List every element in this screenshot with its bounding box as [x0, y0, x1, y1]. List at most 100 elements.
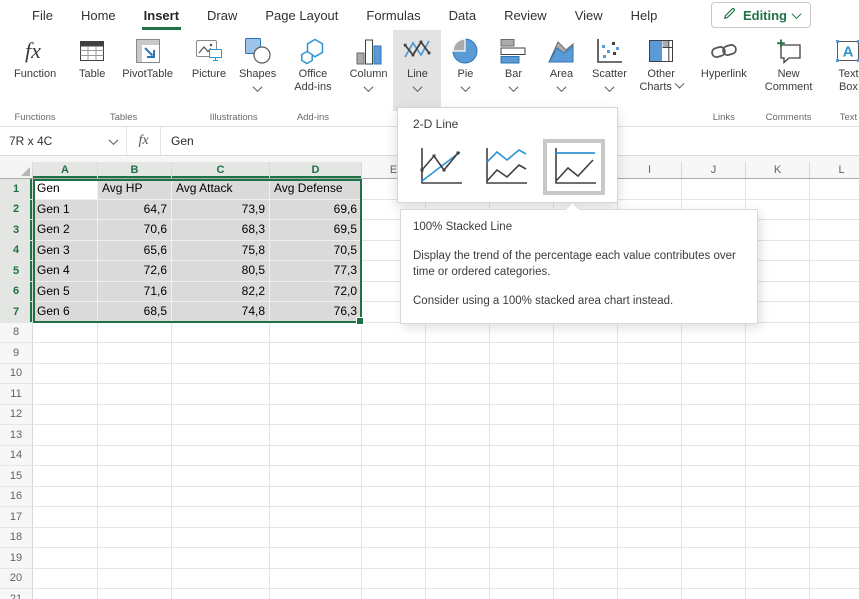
cell-L13[interactable] — [810, 425, 859, 446]
select-all-corner[interactable] — [0, 162, 33, 178]
cell-G19[interactable] — [490, 548, 554, 569]
cell-A8[interactable] — [33, 323, 98, 344]
cell-B18[interactable] — [98, 528, 172, 549]
cell-L3[interactable] — [810, 220, 859, 241]
column-header-a[interactable]: A — [33, 162, 98, 178]
cell-I15[interactable] — [618, 466, 682, 487]
row-header-11[interactable]: 11 — [0, 384, 33, 405]
cell-B11[interactable] — [98, 384, 172, 405]
row-header-21[interactable]: 21 — [0, 589, 33, 599]
cell-G11[interactable] — [490, 384, 554, 405]
cell-B4[interactable]: 65,6 — [98, 241, 172, 262]
cell-I20[interactable] — [618, 569, 682, 590]
cell-H15[interactable] — [554, 466, 618, 487]
cell-J14[interactable] — [682, 446, 746, 467]
cell-F18[interactable] — [426, 528, 490, 549]
cell-J20[interactable] — [682, 569, 746, 590]
cell-K11[interactable] — [746, 384, 810, 405]
cell-L20[interactable] — [810, 569, 859, 590]
cell-B17[interactable] — [98, 507, 172, 528]
cell-J18[interactable] — [682, 528, 746, 549]
cell-E18[interactable] — [362, 528, 426, 549]
row-header-10[interactable]: 10 — [0, 364, 33, 385]
cell-B13[interactable] — [98, 425, 172, 446]
cell-L15[interactable] — [810, 466, 859, 487]
cell-G20[interactable] — [490, 569, 554, 590]
cell-C11[interactable] — [172, 384, 270, 405]
cell-B14[interactable] — [98, 446, 172, 467]
cell-F12[interactable] — [426, 405, 490, 426]
cell-A4[interactable]: Gen 3 — [33, 241, 98, 262]
insert-function-button[interactable]: fx — [127, 127, 161, 155]
row-header-14[interactable]: 14 — [0, 446, 33, 467]
row-header-16[interactable]: 16 — [0, 487, 33, 508]
scatter-button[interactable]: Scatter — [585, 30, 633, 111]
cell-K15[interactable] — [746, 466, 810, 487]
cell-F14[interactable] — [426, 446, 490, 467]
tab-help[interactable]: Help — [629, 2, 660, 30]
cell-H21[interactable] — [554, 589, 618, 599]
cell-E11[interactable] — [362, 384, 426, 405]
tab-data[interactable]: Data — [447, 2, 478, 30]
cell-D13[interactable] — [270, 425, 362, 446]
cell-J21[interactable] — [682, 589, 746, 599]
cell-F15[interactable] — [426, 466, 490, 487]
cell-J1[interactable] — [682, 179, 746, 200]
cell-B9[interactable] — [98, 343, 172, 364]
cell-L5[interactable] — [810, 261, 859, 282]
column-header-c[interactable]: C — [172, 162, 270, 178]
cell-I13[interactable] — [618, 425, 682, 446]
cell-E17[interactable] — [362, 507, 426, 528]
cell-L12[interactable] — [810, 405, 859, 426]
cell-I17[interactable] — [618, 507, 682, 528]
cell-C17[interactable] — [172, 507, 270, 528]
cell-A13[interactable] — [33, 425, 98, 446]
cell-H19[interactable] — [554, 548, 618, 569]
cell-E8[interactable] — [362, 323, 426, 344]
cell-J19[interactable] — [682, 548, 746, 569]
cell-H20[interactable] — [554, 569, 618, 590]
cell-B7[interactable]: 68,5 — [98, 302, 172, 323]
cell-L17[interactable] — [810, 507, 859, 528]
tab-insert[interactable]: Insert — [142, 2, 181, 30]
cell-B1[interactable]: Avg HP — [98, 179, 172, 200]
cell-D14[interactable] — [270, 446, 362, 467]
column-header-j[interactable]: J — [682, 162, 746, 178]
tab-review[interactable]: Review — [502, 2, 549, 30]
cell-A10[interactable] — [33, 364, 98, 385]
tab-draw[interactable]: Draw — [205, 2, 239, 30]
cell-D6[interactable]: 72,0 — [270, 282, 362, 303]
cell-C19[interactable] — [172, 548, 270, 569]
cell-G13[interactable] — [490, 425, 554, 446]
row-header-7[interactable]: 7 — [0, 302, 33, 323]
cell-C4[interactable]: 75,8 — [172, 241, 270, 262]
office-add-ins-button[interactable]: OfficeAdd-ins — [288, 30, 337, 111]
cell-K10[interactable] — [746, 364, 810, 385]
row-header-19[interactable]: 19 — [0, 548, 33, 569]
cell-A1[interactable]: Gen — [33, 179, 98, 200]
row-header-4[interactable]: 4 — [0, 241, 33, 262]
cell-D8[interactable] — [270, 323, 362, 344]
bar-button[interactable]: Bar — [489, 30, 537, 111]
cell-A7[interactable]: Gen 6 — [33, 302, 98, 323]
cell-C13[interactable] — [172, 425, 270, 446]
cell-D12[interactable] — [270, 405, 362, 426]
cell-L7[interactable] — [810, 302, 859, 323]
cell-L21[interactable] — [810, 589, 859, 599]
cell-L19[interactable] — [810, 548, 859, 569]
cell-I8[interactable] — [618, 323, 682, 344]
hyperlink-button[interactable]: Hyperlink — [695, 30, 753, 111]
cell-K16[interactable] — [746, 487, 810, 508]
cell-C21[interactable] — [172, 589, 270, 599]
cell-E14[interactable] — [362, 446, 426, 467]
cell-B6[interactable]: 71,6 — [98, 282, 172, 303]
row-header-13[interactable]: 13 — [0, 425, 33, 446]
cell-J13[interactable] — [682, 425, 746, 446]
row-header-1[interactable]: 1 — [0, 179, 33, 200]
cell-B21[interactable] — [98, 589, 172, 599]
cell-I12[interactable] — [618, 405, 682, 426]
cell-A19[interactable] — [33, 548, 98, 569]
cell-F9[interactable] — [426, 343, 490, 364]
cell-I9[interactable] — [618, 343, 682, 364]
cell-F11[interactable] — [426, 384, 490, 405]
